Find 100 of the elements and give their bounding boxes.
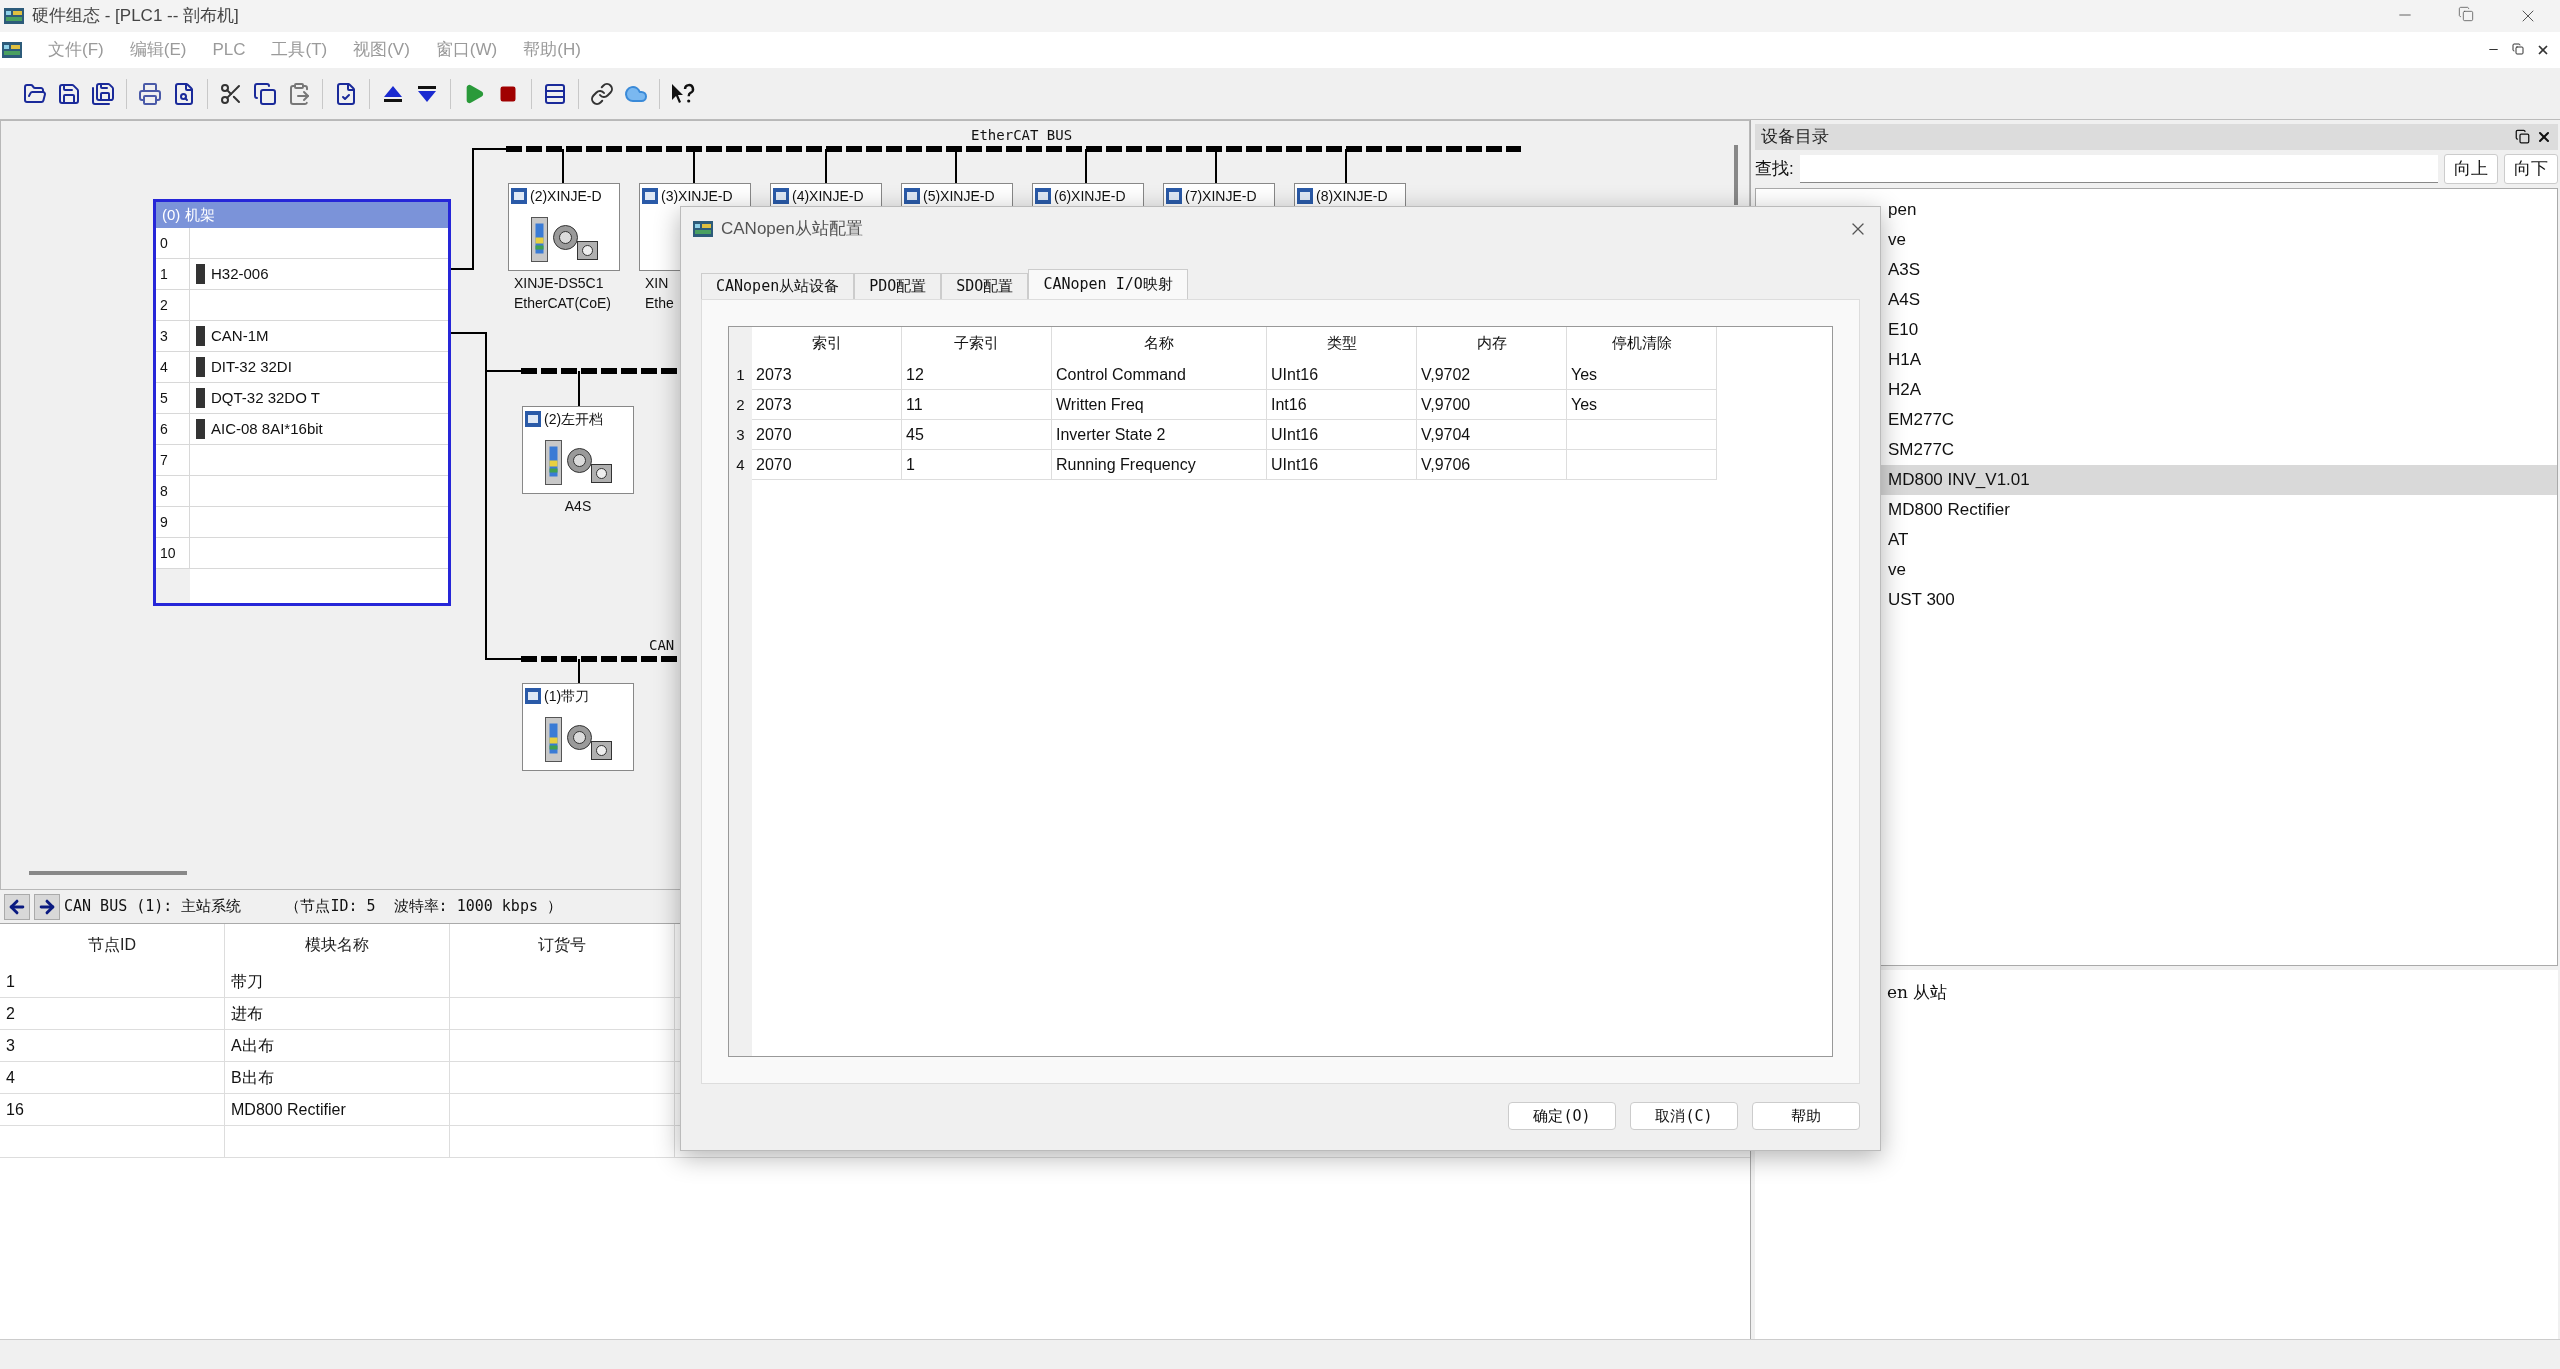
row-number: 2 <box>729 390 752 420</box>
search-field[interactable] <box>1799 155 2438 183</box>
table-cell: UInt16 <box>1267 360 1417 390</box>
slot-number: 3 <box>156 321 190 351</box>
device-node[interactable]: (7)XINJE-D <box>1163 183 1275 209</box>
device-description: en 从站 <box>1887 982 1948 1002</box>
connector-line <box>825 148 827 184</box>
device-node[interactable]: (1)带刀 <box>522 683 634 771</box>
network-icon <box>642 188 658 204</box>
device-node[interactable]: (6)XINJE-D <box>1032 183 1144 209</box>
column-header[interactable]: 子索引 <box>902 327 1052 360</box>
module-icon <box>196 388 205 408</box>
connector-line <box>562 148 564 184</box>
table-cell: V,9706 <box>1417 450 1567 480</box>
slot-number: 6 <box>156 414 190 444</box>
table-cell: 12 <box>902 360 1052 390</box>
search-label: 查找: <box>1755 158 1794 181</box>
row-header <box>729 327 752 360</box>
table-cell: 4 <box>0 1062 225 1093</box>
connector-line <box>1085 148 1087 184</box>
module-name[interactable]: H32-006 <box>211 262 269 286</box>
device-node[interactable]: (5)XINJE-D <box>901 183 1013 209</box>
table-cell: Running Frequency <box>1052 450 1267 480</box>
row-header <box>156 569 190 603</box>
module-icon <box>196 357 205 377</box>
table-cell: B出布 <box>225 1062 450 1093</box>
network-icon <box>904 188 920 204</box>
back-button[interactable] <box>4 893 30 920</box>
table-cell: MD800 Rectifier <box>225 1094 450 1125</box>
column-header[interactable]: 停机清除 <box>1567 327 1717 360</box>
bus-details: （节点ID: 5 波特率: 1000 kbps ） <box>285 896 562 918</box>
table-cell: UInt16 <box>1267 420 1417 450</box>
table-cell: 45 <box>902 420 1052 450</box>
column-header[interactable]: 订货号 <box>450 924 675 966</box>
bus-label: EtherCAT BUS <box>971 126 1073 145</box>
slot-number: 1 <box>156 259 190 289</box>
rack-title: (0) 机架 <box>156 202 448 228</box>
search-button[interactable]: 向下 <box>2504 154 2558 184</box>
node-caption: A4S <box>564 497 592 516</box>
module-name[interactable]: CAN-1M <box>211 324 269 348</box>
close-icon[interactable] <box>2536 43 2550 57</box>
tab[interactable]: PDO配置 <box>854 273 942 299</box>
column-header[interactable]: 类型 <box>1267 327 1417 360</box>
slot-number: 10 <box>156 538 190 568</box>
column-header[interactable]: 节点ID <box>0 924 225 966</box>
module-name[interactable]: DIT-32 32DI <box>211 355 292 379</box>
window-title: 硬件组态 - [PLC1 -- 剖布机] <box>32 5 239 28</box>
node-title: (7)XINJE-D <box>1185 186 1257 206</box>
close-icon[interactable] <box>2536 129 2552 145</box>
tab[interactable]: CANopen I/O映射 <box>1028 269 1188 299</box>
column-header[interactable]: 模块名称 <box>225 924 450 966</box>
table-cell: 2 <box>0 998 225 1029</box>
device-node[interactable]: (4)XINJE-D <box>770 183 882 209</box>
network-icon <box>525 411 541 427</box>
drive-motor-icon <box>544 716 612 762</box>
scrollbar-thumb[interactable] <box>29 871 187 875</box>
search-button[interactable]: 向上 <box>2444 154 2498 184</box>
module-name[interactable]: AIC-08 8AI*16bit <box>211 417 323 441</box>
table-cell: V,9702 <box>1417 360 1567 390</box>
table-cell: 11 <box>902 390 1052 420</box>
column-header[interactable]: 索引 <box>752 327 902 360</box>
row-number: 1 <box>729 360 752 390</box>
forward-button[interactable] <box>34 893 60 920</box>
dialog-button[interactable]: 帮助 <box>1752 1102 1860 1130</box>
slot-number: 2 <box>156 290 190 320</box>
slot-number: 4 <box>156 352 190 382</box>
table-cell: 2070 <box>752 450 902 480</box>
network-icon <box>525 688 541 704</box>
network-icon <box>1166 188 1182 204</box>
slot-number: 7 <box>156 445 190 475</box>
dialog-button[interactable]: 取消(C) <box>1630 1102 1738 1130</box>
slot-number: 9 <box>156 507 190 537</box>
table-cell: 1 <box>0 966 225 997</box>
table-cell: UInt16 <box>1267 450 1417 480</box>
node-title: (6)XINJE-D <box>1054 186 1126 206</box>
table-cell: Written Freq <box>1052 390 1267 420</box>
node-title: (4)XINJE-D <box>792 186 864 206</box>
device-node[interactable]: (2)左开档 <box>522 406 634 494</box>
tab[interactable]: CANopen从站设备 <box>701 273 855 299</box>
connector-line <box>1345 148 1347 184</box>
table-cell: Control Command <box>1052 360 1267 390</box>
slot-number: 8 <box>156 476 190 506</box>
node-caption: EtherCAT(CoE) <box>514 294 611 313</box>
table-cell: V,9704 <box>1417 420 1567 450</box>
table-cell: Yes <box>1567 390 1717 420</box>
table-cell: Yes <box>1567 360 1717 390</box>
module-name[interactable]: DQT-32 32DO T <box>211 386 320 410</box>
scrollbar-thumb[interactable] <box>1734 145 1738 205</box>
column-header[interactable]: 内存 <box>1417 327 1567 360</box>
dialog-button[interactable]: 确定(O) <box>1508 1102 1616 1130</box>
tab[interactable]: SDO配置 <box>941 273 1029 299</box>
table-cell: 3 <box>0 1030 225 1061</box>
bus-name: CAN BUS (1): 主站系统 <box>64 896 242 918</box>
restore-icon[interactable] <box>2515 129 2530 144</box>
table-cell: Inverter State 2 <box>1052 420 1267 450</box>
column-header[interactable]: 名称 <box>1052 327 1267 360</box>
table-cell: 16 <box>0 1094 225 1125</box>
device-node[interactable]: (2)XINJE-D <box>508 183 620 271</box>
device-node[interactable]: (8)XINJE-D <box>1294 183 1406 209</box>
module-icon <box>196 419 205 439</box>
